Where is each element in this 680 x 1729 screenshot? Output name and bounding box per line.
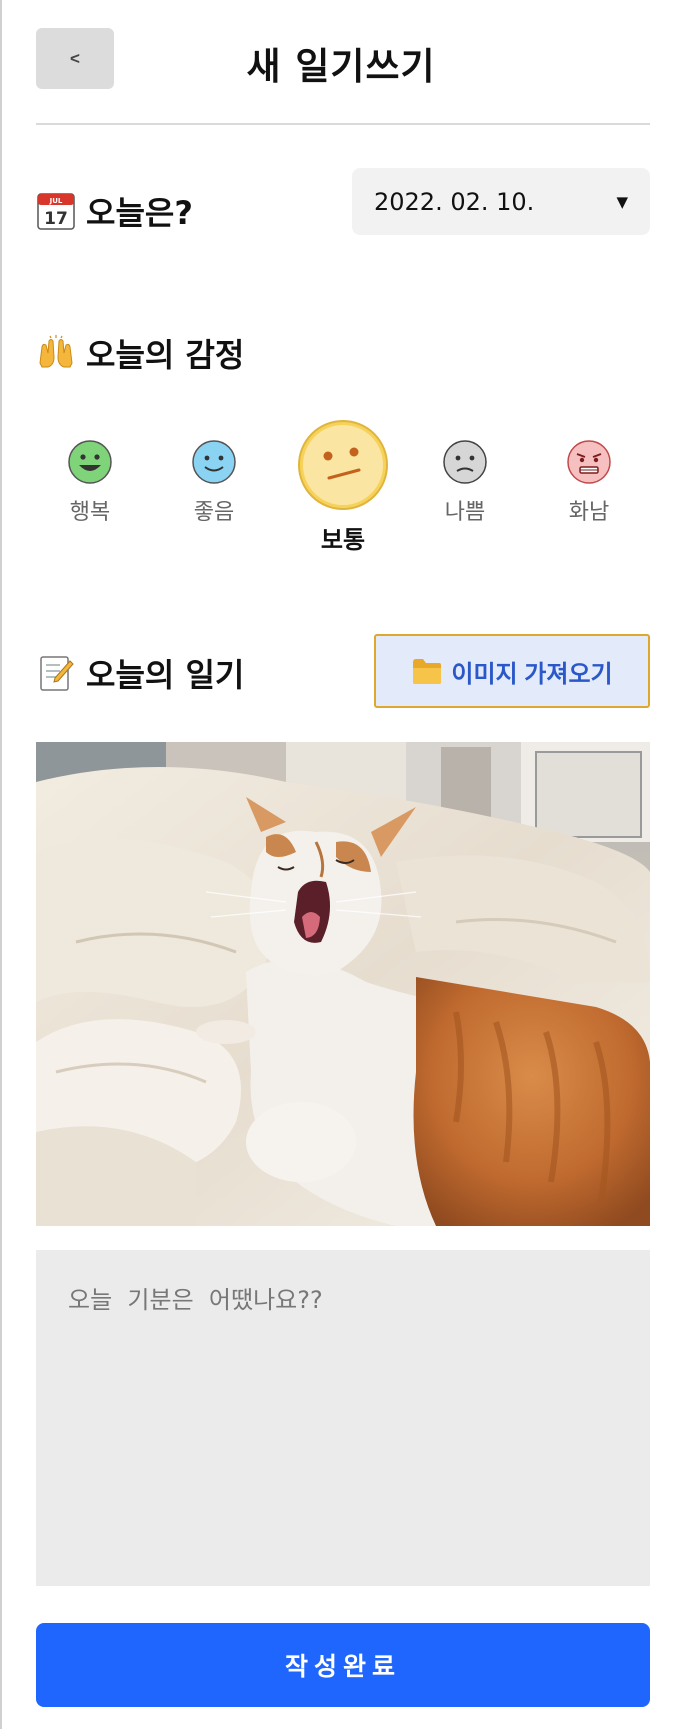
emotion-option-angry[interactable]: 화남 [565,438,613,526]
caret-down-icon: ▼ [616,192,628,211]
emotion-option-good[interactable]: 좋음 [190,438,238,526]
date-heading-label: 오늘은? [86,194,193,232]
emotion-label: 화남 [568,500,610,525]
emotion-label: 나쁨 [444,500,486,525]
date-select-value: 2022. 02. 10. [374,187,535,216]
import-image-button[interactable]: 이미지 가져오기 [374,634,650,708]
emotion-heading-label: 오늘의 감정 [86,336,245,374]
date-select[interactable]: 2022. 02. 10. ▼ [352,168,650,235]
emotion-heading: 오늘의 감정 [36,330,244,376]
emotion-option-happy[interactable]: 행복 [66,438,114,526]
angry-face-icon [567,440,611,484]
calendar-month-text: JUL [49,197,63,205]
page-title: 새 일기쓰기 [246,45,436,88]
diary-heading-label: 오늘의 일기 [86,656,245,694]
smile-face-icon [192,440,236,484]
diary-heading: 오늘의 일기 [36,650,244,696]
emotion-label: 행복 [69,500,111,525]
raised-hands-icon [36,333,76,373]
diary-write-page: < 새 일기쓰기 JUL 17 오늘은? 2022. 02. 10. ▼ 오늘의… [0,0,680,1729]
import-image-label: 이미지 가져오기 [451,660,613,688]
emotion-option-neutral[interactable]: 보통 [296,418,390,555]
calendar-icon: JUL 17 [36,191,76,231]
neutral-face-icon [298,420,388,510]
date-heading: JUL 17 오늘은? [36,188,193,234]
memo-icon [36,653,76,693]
sad-face-icon [443,440,487,484]
calendar-day-text: 17 [44,209,68,229]
folder-icon [413,659,442,684]
emotion-option-bad[interactable]: 나쁨 [441,438,489,526]
diary-photo [36,742,650,1226]
yawning-cat-photo-image [36,742,650,1226]
diary-textarea[interactable] [36,1250,650,1586]
emotion-label: 좋음 [193,500,235,525]
header-divider [36,123,650,125]
emotion-label: 보통 [320,526,366,554]
happy-face-icon [68,440,112,484]
submit-button[interactable]: 작성완료 [36,1623,650,1707]
